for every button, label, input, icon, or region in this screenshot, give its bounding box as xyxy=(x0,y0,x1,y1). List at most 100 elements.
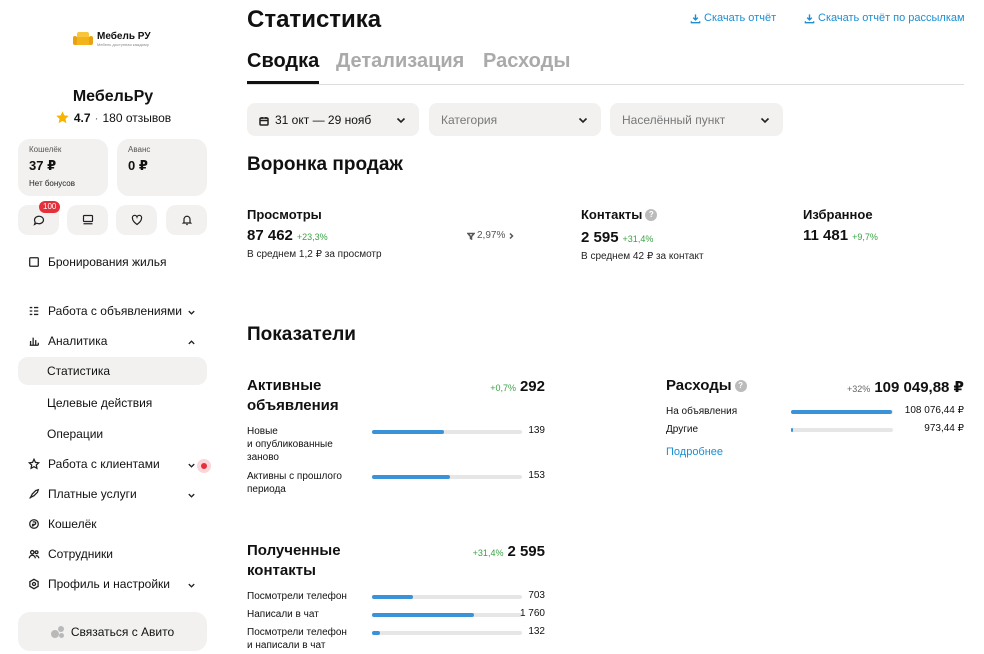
help-icon[interactable]: ? xyxy=(645,208,658,221)
bar-fill xyxy=(372,430,444,434)
download-mailing-report-link[interactable]: Скачать отчёт по рассылкам xyxy=(804,12,965,24)
conversion-value: 2,97% xyxy=(477,230,506,241)
row-value-listing-expenses: 108 076,44 ₽ xyxy=(904,405,964,416)
bar-track xyxy=(372,475,522,479)
nav-statistics-label: Статистика xyxy=(47,364,111,378)
download-report-link[interactable]: Скачать отчёт xyxy=(690,12,776,24)
row-label-other-expenses: Другие xyxy=(666,424,699,435)
row-label-viewed-phone: Посмотрели телефон xyxy=(247,591,347,602)
nav-paid-services[interactable]: Платные услуги xyxy=(18,480,207,508)
nav-operations[interactable]: Операции xyxy=(18,420,207,448)
bar-track xyxy=(372,595,522,599)
category-placeholder: Категория xyxy=(441,112,498,127)
listings-icon xyxy=(29,306,39,316)
nav-profile-settings-label: Профиль и настройки xyxy=(48,577,170,591)
wallet-card[interactable]: Кошелёк 37 ₽ Нет бонусов xyxy=(18,139,108,196)
city-filter[interactable]: Населённый пункт xyxy=(610,103,783,136)
help-icon[interactable]: ? xyxy=(734,380,747,392)
tabs: Сводка Детализация Расходы xyxy=(247,50,964,85)
messages-badge: 100 xyxy=(39,201,61,213)
rating[interactable]: 4.7 · 180 отзывов xyxy=(0,110,226,125)
row-value-wrote-chat: 1 760 xyxy=(519,608,545,619)
nav-analytics-label: Аналитика xyxy=(48,334,108,348)
advance-card[interactable]: Аванс 0 ₽ xyxy=(117,139,207,196)
views-value: 87 462 +23,3% xyxy=(247,227,328,244)
nav-employees[interactable]: Сотрудники xyxy=(18,540,207,568)
active-listings-title: Активные объявления xyxy=(247,377,339,414)
bar-track xyxy=(372,613,522,617)
row-value-viewed-phone: 703 xyxy=(528,590,545,601)
nav-wallet[interactable]: Кошелёк xyxy=(18,510,207,538)
sofa-icon xyxy=(73,31,93,47)
conversion-rate[interactable]: 2,97% xyxy=(467,230,515,241)
clients-notification-dot xyxy=(197,459,211,473)
download-mailing-label: Скачать отчёт по рассылкам xyxy=(818,12,965,24)
views-delta: +23,3% xyxy=(296,232,328,242)
contacts-delta: +31,4% xyxy=(622,234,654,244)
download-icon xyxy=(690,13,701,23)
download-icon xyxy=(804,13,815,23)
chevron-down-icon xyxy=(188,583,195,588)
bell-icon xyxy=(181,215,192,226)
brand-tagline: Мебель доступная каждому xyxy=(97,41,149,47)
nav-analytics[interactable]: Аналитика xyxy=(18,327,207,355)
tab-details[interactable]: Детализация xyxy=(336,50,464,73)
rating-value: 4.7 xyxy=(73,110,91,125)
gear-icon xyxy=(29,578,39,590)
shop-name[interactable]: МебельРу xyxy=(0,88,226,106)
expenses-more-link[interactable]: Подробнее xyxy=(666,446,723,458)
row-label-phone-and-chat: Посмотрели телефон и написали в чат xyxy=(247,627,347,651)
wallet-icon xyxy=(29,519,39,529)
row-value-new-listings: 139 xyxy=(528,425,545,436)
advance-amount: 0 ₽ xyxy=(128,158,148,173)
bar-fill xyxy=(372,631,380,635)
expenses-title: Расходы ? xyxy=(666,376,747,396)
date-range-filter[interactable]: 31 окт — 29 нояб xyxy=(247,103,419,136)
nav-target-actions[interactable]: Целевые действия xyxy=(18,389,207,417)
contact-avito-button[interactable]: Связаться с Авито xyxy=(18,612,207,651)
chevron-down-icon xyxy=(396,117,406,124)
tab-summary[interactable]: Сводка xyxy=(247,50,319,73)
row-label-prev-period: Активны с прошлого периода xyxy=(247,471,342,495)
chevron-down-icon xyxy=(188,463,195,468)
nav-listings[interactable]: Работа с объявлениями xyxy=(18,297,207,325)
contacts-received-title: Полученные контакты xyxy=(247,542,341,579)
download-report-label: Скачать отчёт xyxy=(704,12,777,24)
brand-logo[interactable]: Мебель РУ Мебель доступная каждому xyxy=(73,28,153,50)
wallet-bonus: Нет бонусов xyxy=(29,179,75,188)
chevron-right-icon xyxy=(509,232,514,239)
messages-button[interactable]: 100 xyxy=(18,201,61,235)
notifications-button[interactable] xyxy=(166,205,207,235)
views-sub: В среднем 1,2 ₽ за просмотр xyxy=(247,249,382,260)
favorites-label: Избранное xyxy=(803,207,873,222)
favorites-value: 11 481 +9,7% xyxy=(803,227,878,244)
nav-booking[interactable]: Бронирования жилья xyxy=(18,248,207,276)
favorites-delta: +9,7% xyxy=(852,232,878,242)
favorites-button[interactable] xyxy=(116,205,157,235)
advance-label: Аванс xyxy=(128,145,151,154)
bar-fill xyxy=(372,475,450,479)
funnel-title: Воронка продаж xyxy=(247,154,403,175)
chevron-up-icon xyxy=(188,340,195,345)
contact-avito-label: Связаться с Авито xyxy=(70,624,175,639)
avito-logo-icon xyxy=(50,625,65,638)
nav-profile-settings[interactable]: Профиль и настройки xyxy=(18,570,207,598)
heart-icon xyxy=(131,214,142,226)
tab-expenses[interactable]: Расходы xyxy=(483,50,570,73)
contacts-received-delta: +31,4% xyxy=(472,548,504,558)
date-range-value: 31 окт — 29 нояб xyxy=(275,112,372,127)
sidebar: Мебель РУ Мебель доступная каждому Мебел… xyxy=(0,0,226,654)
row-value-phone-and-chat: 132 xyxy=(528,626,545,637)
nav-statistics[interactable]: Статистика xyxy=(18,357,207,385)
calendar-icon xyxy=(259,116,269,126)
active-listings-delta: +0,7% xyxy=(490,383,516,393)
bar-fill xyxy=(791,410,892,414)
wallet-amount: 37 ₽ xyxy=(29,158,57,173)
category-filter[interactable]: Категория xyxy=(429,103,601,136)
bar-track xyxy=(372,430,522,434)
nav-clients[interactable]: Работа с клиентами xyxy=(18,450,207,478)
active-tab-underline xyxy=(247,81,319,84)
contacts-value: 2 595 +31,4% xyxy=(581,229,654,246)
nav-wallet-label: Кошелёк xyxy=(48,517,97,531)
listings-button[interactable] xyxy=(67,205,108,235)
